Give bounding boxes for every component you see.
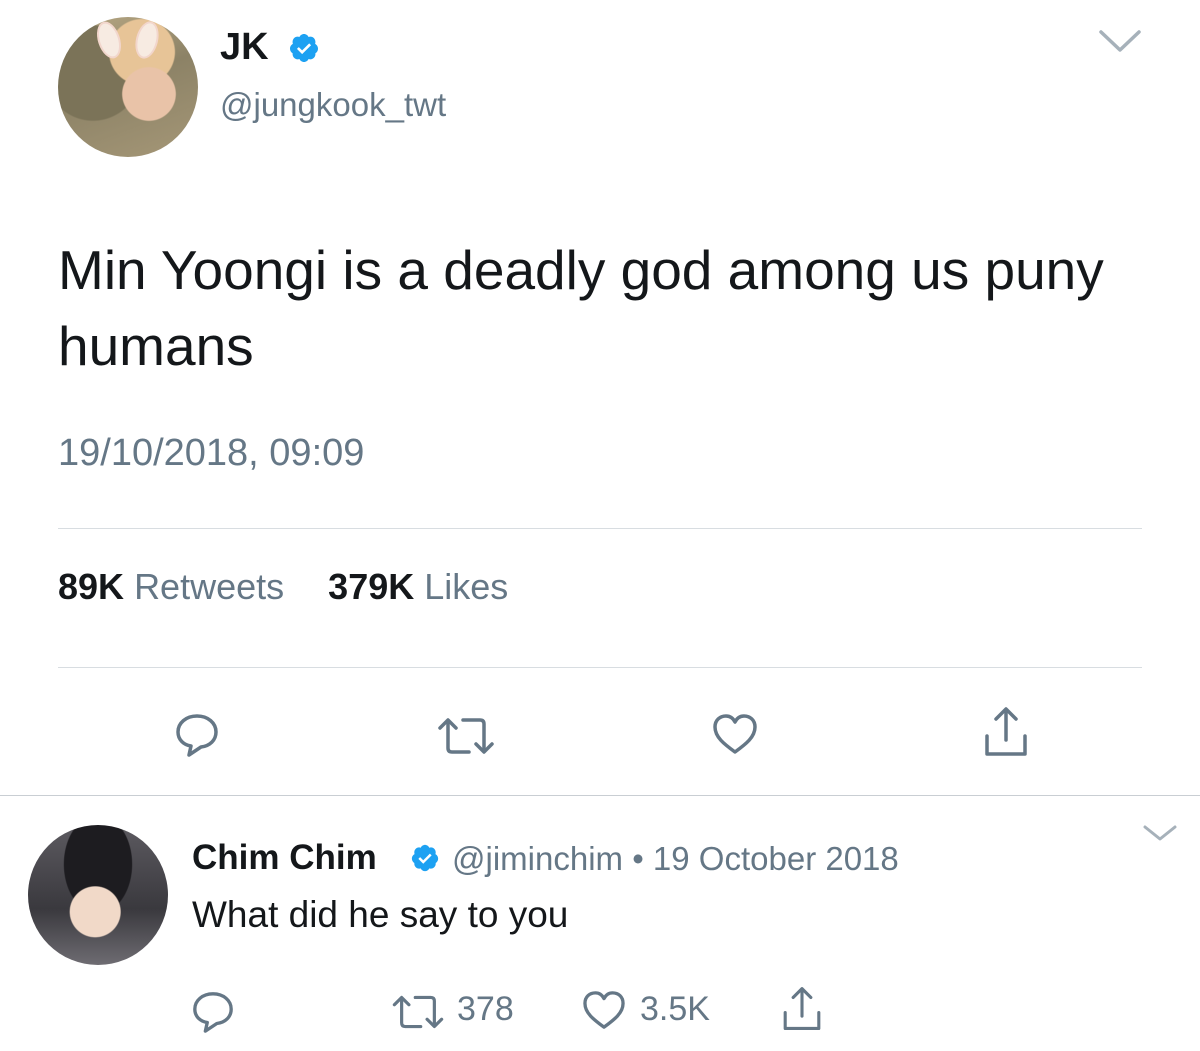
like-count: 3.5K (640, 990, 710, 1028)
bunny-ear-decoration (92, 18, 126, 62)
reply-author-avatar[interactable] (28, 825, 168, 965)
retweets-label[interactable]: Retweets (134, 566, 284, 607)
section-divider (0, 795, 1200, 796)
verified-badge-icon (290, 34, 319, 62)
reply-author-name[interactable]: Chim Chim (192, 838, 377, 878)
author-handle[interactable]: @jungkook_twt (220, 86, 446, 124)
reply-icon[interactable] (174, 712, 220, 758)
likes-label[interactable]: Likes (424, 566, 508, 607)
reply-icon[interactable] (190, 990, 236, 1034)
reply-date[interactable]: 19 October 2018 (653, 840, 899, 877)
like-icon[interactable] (582, 990, 626, 1030)
share-icon[interactable] (778, 986, 826, 1032)
author-avatar[interactable] (58, 17, 198, 157)
verified-badge-icon (411, 844, 439, 872)
divider (58, 528, 1142, 529)
author-name[interactable]: JK (220, 26, 269, 69)
tweet-timestamp[interactable]: 19/10/2018, 09:09 (58, 432, 364, 475)
bunny-ear-decoration (131, 18, 163, 62)
chevron-down-icon[interactable] (1098, 28, 1142, 54)
tweet-stats: 89K Retweets 379K Likes (58, 566, 508, 608)
likes-count[interactable]: 379K (328, 566, 414, 607)
retweets-count[interactable]: 89K (58, 566, 124, 607)
reply-text: What did he say to you (192, 894, 569, 935)
reply-meta: @jiminchim • 19 October 2018 (452, 840, 899, 878)
chevron-down-icon[interactable] (1142, 823, 1178, 843)
reply-author-handle[interactable]: @jiminchim (452, 840, 623, 877)
divider (58, 667, 1142, 668)
retweet-icon[interactable] (388, 992, 448, 1032)
meta-separator: • (632, 840, 644, 877)
retweet-count: 378 (457, 990, 514, 1028)
share-icon[interactable] (983, 706, 1029, 758)
tweet-text: Min Yoongi is a deadly god among us puny… (58, 239, 1104, 377)
like-icon[interactable] (712, 713, 758, 755)
retweet-icon[interactable] (436, 714, 496, 758)
